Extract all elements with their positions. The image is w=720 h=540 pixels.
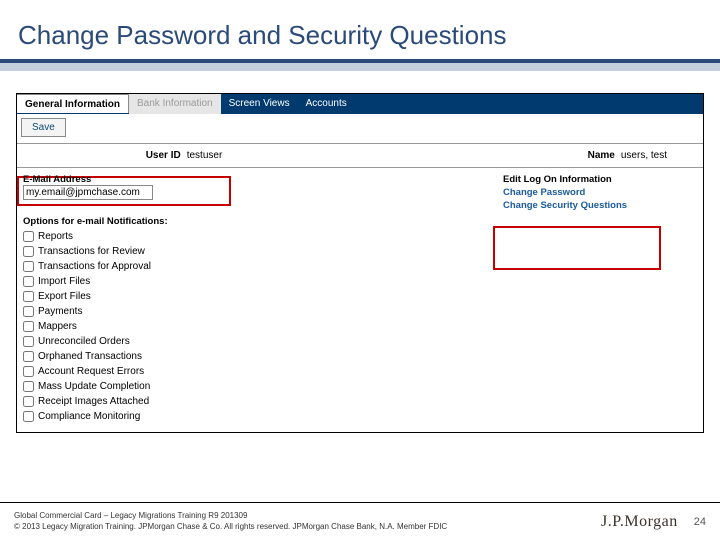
option-checkbox-unreconciled[interactable] <box>23 336 34 347</box>
email-field[interactable] <box>23 185 153 200</box>
option-checkbox-receipt-images[interactable] <box>23 396 34 407</box>
footer-line-2: © 2013 Legacy Migration Training. JPMorg… <box>14 522 447 532</box>
option-label: Unreconciled Orders <box>38 336 130 347</box>
jpmorgan-logo: J.P.Morgan <box>601 513 678 531</box>
user-id-label: User ID <box>146 150 181 161</box>
option-checkbox-import-files[interactable] <box>23 276 34 287</box>
option-label: Mass Update Completion <box>38 381 150 392</box>
option-checkbox-mappers[interactable] <box>23 321 34 332</box>
option-label: Transactions for Review <box>38 246 145 257</box>
change-password-link[interactable]: Change Password <box>503 187 697 198</box>
footer-line-1: Global Commercial Card – Legacy Migratio… <box>14 511 447 521</box>
title-divider <box>0 59 720 71</box>
option-label: Compliance Monitoring <box>38 411 140 422</box>
option-checkbox-compliance[interactable] <box>23 411 34 422</box>
info-row: User ID testuser Name users, test <box>17 144 703 168</box>
change-security-questions-link[interactable]: Change Security Questions <box>503 200 697 211</box>
option-label: Receipt Images Attached <box>38 396 149 407</box>
option-label: Export Files <box>38 291 91 302</box>
tab-general-information[interactable]: General Information <box>17 94 129 113</box>
name-value: users, test <box>621 150 667 161</box>
tab-bar: General Information Bank Information Scr… <box>17 94 703 114</box>
email-label: E-Mail Address <box>23 174 243 185</box>
option-label: Payments <box>38 306 82 317</box>
option-label: Mappers <box>38 321 77 332</box>
option-checkbox-tx-review[interactable] <box>23 246 34 257</box>
edit-logon-header: Edit Log On Information <box>503 174 697 185</box>
options-header: Options for e-mail Notifications: <box>23 216 243 227</box>
option-checkbox-orphaned[interactable] <box>23 351 34 362</box>
option-label: Account Request Errors <box>38 366 144 377</box>
user-id-value: testuser <box>187 150 223 161</box>
toolbar: Save <box>17 114 703 144</box>
page-number: 24 <box>694 516 706 528</box>
option-checkbox-account-errors[interactable] <box>23 366 34 377</box>
option-checkbox-reports[interactable] <box>23 231 34 242</box>
option-label: Reports <box>38 231 73 242</box>
tab-screen-views[interactable]: Screen Views <box>221 94 298 114</box>
slide-footer: Global Commercial Card – Legacy Migratio… <box>0 502 720 540</box>
option-label: Import Files <box>38 276 90 287</box>
tab-bank-information[interactable]: Bank Information <box>129 94 221 114</box>
option-label: Orphaned Transactions <box>38 351 142 362</box>
option-checkbox-export-files[interactable] <box>23 291 34 302</box>
option-label: Transactions for Approval <box>38 261 151 272</box>
name-label: Name <box>588 150 615 161</box>
page-title: Change Password and Security Questions <box>0 0 720 57</box>
save-button[interactable]: Save <box>21 118 66 137</box>
option-checkbox-mass-update[interactable] <box>23 381 34 392</box>
tab-accounts[interactable]: Accounts <box>298 94 355 114</box>
option-checkbox-tx-approval[interactable] <box>23 261 34 272</box>
option-checkbox-payments[interactable] <box>23 306 34 317</box>
application-frame: General Information Bank Information Scr… <box>16 93 704 433</box>
